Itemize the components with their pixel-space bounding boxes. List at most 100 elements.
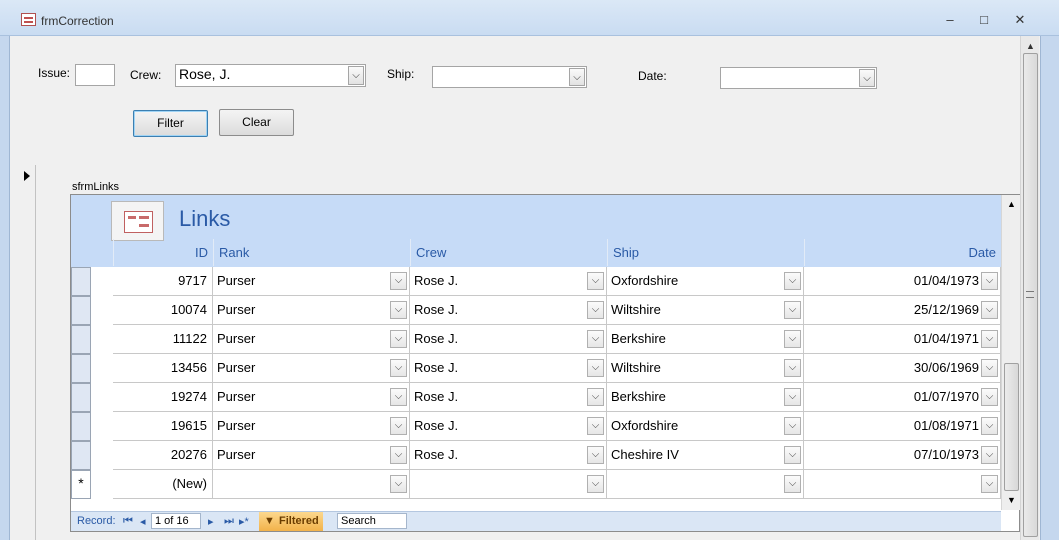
chevron-down-icon[interactable]: ⌵ [981,359,998,377]
column-header-date[interactable]: Date [804,239,1001,266]
crew-combo[interactable]: Rose, J. ⌵ [175,64,366,87]
chevron-down-icon[interactable]: ⌵ [587,446,604,464]
cell-rank[interactable]: Purser ⌵ [213,441,410,470]
chevron-down-icon[interactable]: ⌵ [859,69,875,87]
scroll-thumb[interactable] [1004,363,1019,491]
minimize-button[interactable]: – [940,12,960,28]
chevron-down-icon[interactable]: ⌵ [587,272,604,290]
cell-id[interactable]: 20276 [113,441,213,470]
ship-combo[interactable]: ⌵ [432,66,587,88]
date-combo[interactable]: ⌵ [720,67,877,89]
chevron-down-icon[interactable]: ⌵ [390,417,407,435]
cell-date[interactable]: 01/04/1973 ⌵ [804,267,1001,296]
previous-record-button[interactable]: ◂ [140,515,146,528]
cell-ship[interactable]: Cheshire IV ⌵ [607,441,804,470]
cell-crew[interactable]: Rose J. ⌵ [410,296,607,325]
cell-rank[interactable]: Purser ⌵ [213,296,410,325]
chevron-down-icon[interactable]: ⌵ [981,301,998,319]
chevron-down-icon[interactable]: ⌵ [569,68,585,86]
chevron-down-icon[interactable]: ⌵ [784,417,801,435]
chevron-down-icon[interactable]: ⌵ [390,330,407,348]
scroll-up-icon[interactable]: ▲ [1007,199,1016,209]
cell-date[interactable]: 01/04/1971 ⌵ [804,325,1001,354]
issue-input[interactable] [75,64,115,86]
cell-ship[interactable]: Berkshire ⌵ [607,325,804,354]
maximize-button[interactable]: □ [974,12,994,28]
chevron-down-icon[interactable]: ⌵ [390,475,407,493]
form-vertical-scrollbar[interactable]: ▲ [1020,36,1039,540]
cell-crew[interactable]: Rose J. ⌵ [410,383,607,412]
record-selector[interactable] [18,165,36,540]
new-record-button[interactable]: ▸* [239,515,249,528]
column-header-ship[interactable]: Ship [607,239,804,266]
chevron-down-icon[interactable]: ⌵ [981,272,998,290]
chevron-down-icon[interactable]: ⌵ [784,475,801,493]
column-header-crew[interactable]: Crew [410,239,607,266]
cell-date[interactable]: 01/07/1970 ⌵ [804,383,1001,412]
cell-crew[interactable]: Rose J. ⌵ [410,354,607,383]
cell-ship[interactable]: Oxfordshire ⌵ [607,267,804,296]
row-selector[interactable] [71,296,91,325]
chevron-down-icon[interactable]: ⌵ [981,330,998,348]
new-row-cell-rank[interactable]: ⌵ [213,470,410,499]
column-header-rank[interactable]: Rank [213,239,410,266]
chevron-down-icon[interactable]: ⌵ [390,359,407,377]
row-selector[interactable] [71,412,91,441]
chevron-down-icon[interactable]: ⌵ [784,301,801,319]
chevron-down-icon[interactable]: ⌵ [784,330,801,348]
filter-toggle-button[interactable]: ▼ Filtered [259,512,323,531]
cell-ship[interactable]: Wiltshire ⌵ [607,296,804,325]
cell-rank[interactable]: Purser ⌵ [213,354,410,383]
search-input[interactable]: Search [337,513,407,529]
cell-id[interactable]: 13456 [113,354,213,383]
chevron-down-icon[interactable]: ⌵ [784,359,801,377]
row-selector[interactable] [71,267,91,296]
cell-id[interactable]: 11122 [113,325,213,354]
chevron-down-icon[interactable]: ⌵ [981,446,998,464]
cell-crew[interactable]: Rose J. ⌵ [410,441,607,470]
chevron-down-icon[interactable]: ⌵ [390,301,407,319]
chevron-down-icon[interactable]: ⌵ [784,446,801,464]
row-selector[interactable] [71,325,91,354]
chevron-down-icon[interactable]: ⌵ [981,475,998,493]
cell-date[interactable]: 25/12/1969 ⌵ [804,296,1001,325]
scroll-down-icon[interactable]: ▼ [1007,495,1016,505]
cell-rank[interactable]: Purser ⌵ [213,412,410,441]
cell-id[interactable]: 19274 [113,383,213,412]
new-row-cell-ship[interactable]: ⌵ [607,470,804,499]
new-row-cell-id[interactable]: (New) [113,470,213,499]
cell-ship[interactable]: Berkshire ⌵ [607,383,804,412]
cell-ship[interactable]: Wiltshire ⌵ [607,354,804,383]
cell-crew[interactable]: Rose J. ⌵ [410,267,607,296]
cell-id[interactable]: 9717 [113,267,213,296]
cell-date[interactable]: 01/08/1971 ⌵ [804,412,1001,441]
close-button[interactable]: ✕ [1010,12,1030,28]
chevron-down-icon[interactable]: ⌵ [587,388,604,406]
filter-button[interactable]: Filter [133,110,208,137]
last-record-button[interactable]: ⏭ [224,515,234,528]
chevron-down-icon[interactable]: ⌵ [390,272,407,290]
cell-id[interactable]: 19615 [113,412,213,441]
chevron-down-icon[interactable]: ⌵ [981,417,998,435]
chevron-down-icon[interactable]: ⌵ [981,388,998,406]
chevron-down-icon[interactable]: ⌵ [390,388,407,406]
cell-rank[interactable]: Purser ⌵ [213,325,410,354]
new-row-cell-crew[interactable]: ⌵ [410,470,607,499]
cell-id[interactable]: 10074 [113,296,213,325]
cell-crew[interactable]: Rose J. ⌵ [410,325,607,354]
subform-vertical-scrollbar[interactable]: ▲ ▼ [1001,195,1020,510]
chevron-down-icon[interactable]: ⌵ [587,475,604,493]
next-record-button[interactable]: ▸ [208,515,214,528]
chevron-down-icon[interactable]: ⌵ [587,359,604,377]
cell-crew[interactable]: Rose J. ⌵ [410,412,607,441]
first-record-button[interactable]: ⏮ [123,515,133,528]
row-selector[interactable] [71,354,91,383]
row-selector[interactable] [71,441,91,470]
column-header-id[interactable]: ID [113,239,213,266]
row-selector[interactable] [71,383,91,412]
cell-rank[interactable]: Purser ⌵ [213,267,410,296]
current-record-input[interactable]: 1 of 16 [151,513,201,529]
clear-button[interactable]: Clear [219,109,294,136]
chevron-down-icon[interactable]: ⌵ [784,388,801,406]
chevron-down-icon[interactable]: ⌵ [390,446,407,464]
